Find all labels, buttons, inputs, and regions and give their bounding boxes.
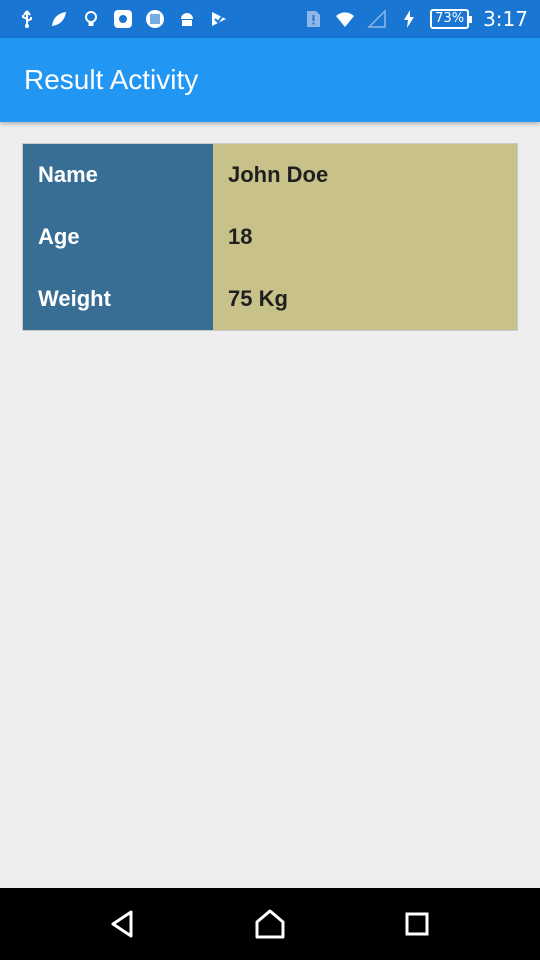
sim-alert-icon xyxy=(302,8,324,30)
label-name: Name xyxy=(38,162,98,187)
back-button[interactable] xyxy=(99,900,147,948)
app-bar: Result Activity xyxy=(0,38,540,122)
wifi-icon xyxy=(334,8,356,30)
battery-icon: 73% xyxy=(430,9,472,29)
value-column: John Doe 18 75 Kg xyxy=(213,144,517,330)
system-icons: 73% 3:17 xyxy=(302,7,528,31)
navigation-bar xyxy=(0,888,540,960)
value-weight: 75 Kg xyxy=(228,286,288,311)
label-weight: Weight xyxy=(38,286,111,311)
home-icon xyxy=(255,909,285,939)
check-icon xyxy=(208,8,230,30)
notification-icons xyxy=(16,8,230,30)
label-column: Name Age Weight xyxy=(23,144,213,330)
signal-icon xyxy=(366,8,388,30)
page-title: Result Activity xyxy=(24,64,199,95)
recents-button[interactable] xyxy=(393,900,441,948)
app-icon xyxy=(112,8,134,30)
battery-percent: 73% xyxy=(435,11,465,26)
home-button[interactable] xyxy=(246,900,294,948)
android-icon xyxy=(176,8,198,30)
barcode-icon xyxy=(144,8,166,30)
leaf-icon xyxy=(48,8,70,30)
status-bar: 73% 3:17 xyxy=(0,0,540,38)
result-table: Name Age Weight John Doe 18 75 Kg xyxy=(22,143,518,331)
label-age: Age xyxy=(38,224,80,249)
recents-icon xyxy=(405,912,429,936)
value-name: John Doe xyxy=(228,162,329,187)
lightbulb-icon xyxy=(80,8,102,30)
value-age: 18 xyxy=(228,224,253,249)
usb-icon xyxy=(16,8,38,30)
status-clock: 3:17 xyxy=(483,7,528,31)
back-icon xyxy=(111,910,133,938)
charging-icon xyxy=(398,8,420,30)
